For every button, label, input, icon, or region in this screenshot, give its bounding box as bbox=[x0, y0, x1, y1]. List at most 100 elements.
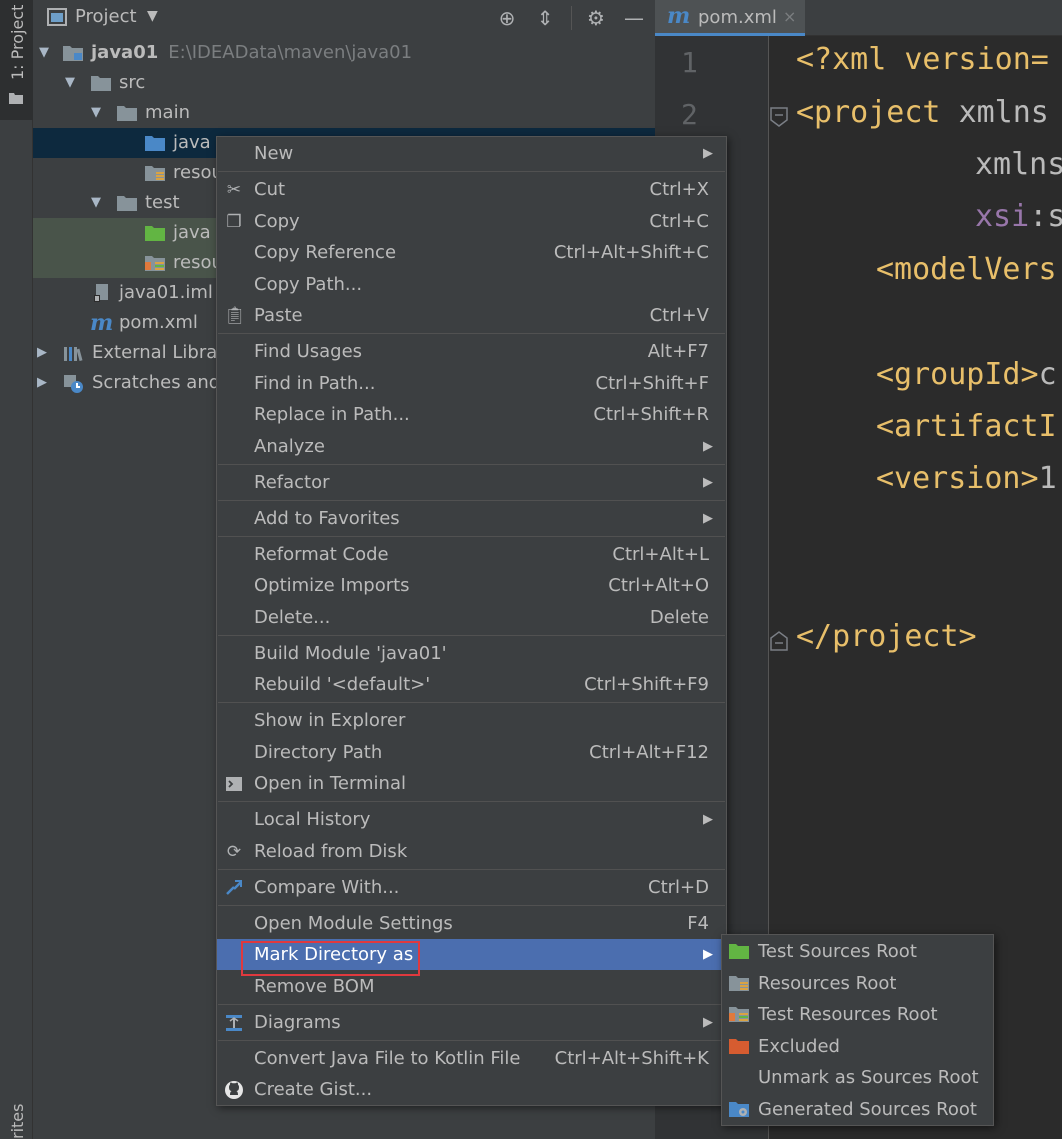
menu-separator bbox=[218, 1040, 725, 1041]
menu-item-find-in-path[interactable]: Find in Path... Ctrl+Shift+F bbox=[217, 368, 726, 399]
expand-arrow-icon[interactable]: ▼ bbox=[65, 68, 75, 98]
fold-marker-icon[interactable] bbox=[769, 630, 789, 652]
menu-item-open-in-terminal[interactable]: Open in Terminal bbox=[217, 768, 726, 799]
menu-item-label: Copy Path... bbox=[254, 274, 363, 295]
menu-item-label: Copy Reference bbox=[254, 242, 397, 263]
menu-item-copy[interactable]: ❐ Copy Ctrl+C bbox=[217, 206, 726, 237]
menu-item-rebuild[interactable]: Rebuild '<default>' Ctrl+Shift+F9 bbox=[217, 669, 726, 700]
submenu-item-test-resources-root[interactable]: Test Resources Root bbox=[722, 999, 993, 1030]
menu-item-shortcut: Ctrl+Alt+Shift+C bbox=[553, 242, 709, 263]
menu-item-label: Rebuild '<default>' bbox=[254, 674, 431, 695]
submenu-item-label: Unmark as Sources Root bbox=[758, 1067, 979, 1088]
tree-item-label: java bbox=[173, 132, 211, 153]
project-tool-tab[interactable]: 1: Project bbox=[0, 0, 33, 120]
menu-item-analyze[interactable]: Analyze ▶ bbox=[217, 431, 726, 462]
menu-item-show-in-explorer[interactable]: Show in Explorer bbox=[217, 705, 726, 736]
test-sources-folder-icon bbox=[729, 944, 749, 959]
diagram-icon bbox=[226, 1015, 242, 1031]
submenu-item-excluded[interactable]: Excluded bbox=[722, 1031, 993, 1062]
tree-item-label: test bbox=[145, 192, 180, 213]
menu-item-new[interactable]: New ▶ bbox=[217, 138, 726, 169]
menu-item-reformat-code[interactable]: Reformat Code Ctrl+Alt+L bbox=[217, 539, 726, 570]
gear-icon[interactable]: ⚙ bbox=[584, 6, 608, 30]
menu-separator bbox=[218, 905, 725, 906]
tree-item-java01[interactable]: ▼ java01 E:\IDEAData\maven\java01 bbox=[33, 38, 655, 68]
tree-item-label: Scratches and bbox=[92, 372, 221, 393]
menu-item-label: Diagrams bbox=[254, 1012, 341, 1033]
menu-item-cut[interactable]: ✂ Cut Ctrl+X bbox=[217, 174, 726, 205]
code-line: <?xml version= bbox=[796, 42, 1049, 77]
submenu-item-generated-sources-root[interactable]: Generated Sources Root bbox=[722, 1094, 993, 1125]
menu-item-label: Paste bbox=[254, 305, 303, 326]
collapse-arrow-icon[interactable]: ▶ bbox=[37, 338, 47, 368]
menu-item-optimize-imports[interactable]: Optimize Imports Ctrl+Alt+O bbox=[217, 570, 726, 601]
menu-item-create-gist[interactable]: Create Gist... bbox=[217, 1074, 726, 1105]
menu-item-label: Delete... bbox=[254, 607, 331, 628]
menu-item-compare-with[interactable]: Compare With... Ctrl+D bbox=[217, 872, 726, 903]
menu-item-label: Reload from Disk bbox=[254, 841, 408, 862]
menu-item-label: Optimize Imports bbox=[254, 575, 410, 596]
menu-item-copy-path[interactable]: Copy Path... bbox=[217, 269, 726, 300]
generated-sources-folder-icon bbox=[729, 1102, 749, 1117]
submenu-item-label: Generated Sources Root bbox=[758, 1099, 977, 1120]
submenu-item-unmark-sources-root[interactable]: Unmark as Sources Root bbox=[722, 1062, 993, 1093]
github-icon bbox=[225, 1081, 243, 1099]
left-tool-strip: 1: Project rites bbox=[0, 0, 33, 1139]
menu-item-local-history[interactable]: Local History ▶ bbox=[217, 804, 726, 835]
collapse-arrow-icon[interactable]: ▶ bbox=[37, 368, 47, 398]
expand-arrow-icon[interactable]: ▼ bbox=[91, 98, 101, 128]
menu-item-shortcut: Ctrl+Alt+L bbox=[612, 544, 709, 565]
menu-item-remove-bom[interactable]: Remove BOM bbox=[217, 971, 726, 1002]
menu-item-label: Open in Terminal bbox=[254, 773, 406, 794]
project-panel-header: Project ▼ ⊕ ⇕ ⚙ — bbox=[33, 0, 655, 36]
line-number: 1 bbox=[681, 46, 698, 79]
tab-label: pom.xml bbox=[698, 7, 777, 28]
menu-item-diagrams[interactable]: Diagrams ▶ bbox=[217, 1007, 726, 1038]
tree-item-main[interactable]: ▼ main bbox=[33, 98, 655, 128]
submenu-arrow-icon: ▶ bbox=[703, 812, 713, 827]
menu-item-label: Find Usages bbox=[254, 341, 363, 362]
menu-item-replace-in-path[interactable]: Replace in Path... Ctrl+Shift+R bbox=[217, 399, 726, 430]
menu-item-open-module-settings[interactable]: Open Module Settings F4 bbox=[217, 908, 726, 939]
menu-item-copy-reference[interactable]: Copy Reference Ctrl+Alt+Shift+C bbox=[217, 237, 726, 268]
menu-item-refactor[interactable]: Refactor ▶ bbox=[217, 467, 726, 498]
minimize-icon[interactable]: — bbox=[622, 6, 646, 30]
expand-arrow-icon[interactable]: ▼ bbox=[91, 188, 101, 218]
submenu-arrow-icon: ▶ bbox=[703, 1015, 713, 1030]
menu-item-delete[interactable]: Delete... Delete bbox=[217, 602, 726, 633]
favorites-tool-tab-label[interactable]: rites bbox=[8, 1104, 27, 1139]
project-window-icon bbox=[47, 8, 67, 26]
menu-item-directory-path[interactable]: Directory Path Ctrl+Alt+F12 bbox=[217, 737, 726, 768]
menu-item-reload-from-disk[interactable]: ⟳ Reload from Disk bbox=[217, 836, 726, 867]
submenu-item-test-sources-root[interactable]: Test Sources Root bbox=[722, 936, 993, 967]
menu-item-paste[interactable]: 📋︎ Paste Ctrl+V bbox=[217, 300, 726, 331]
editor-tab-bar: m pom.xml × bbox=[655, 0, 1062, 36]
code-line: <artifactI bbox=[876, 409, 1057, 444]
tab-pom-xml[interactable]: m pom.xml × bbox=[655, 0, 805, 36]
menu-item-shortcut: Delete bbox=[649, 607, 709, 628]
code-line: <groupId>c bbox=[876, 357, 1057, 392]
tree-item-src[interactable]: ▼ src bbox=[33, 68, 655, 98]
project-view-title[interactable]: Project bbox=[75, 6, 137, 27]
menu-item-label: Find in Path... bbox=[254, 373, 376, 394]
menu-item-convert-to-kotlin[interactable]: Convert Java File to Kotlin File Ctrl+Alt… bbox=[217, 1043, 726, 1074]
scissors-icon: ✂ bbox=[226, 180, 242, 200]
chevron-down-icon[interactable]: ▼ bbox=[147, 8, 158, 24]
menu-item-build-module[interactable]: Build Module 'java01' bbox=[217, 638, 726, 669]
tree-item-label: java bbox=[173, 222, 211, 243]
menu-separator bbox=[218, 869, 725, 870]
collapse-all-icon[interactable]: ⇕ bbox=[533, 6, 557, 30]
code-line: <project xmlns bbox=[796, 95, 1049, 130]
menu-item-label: Analyze bbox=[254, 436, 325, 457]
fold-marker-icon[interactable] bbox=[769, 106, 789, 128]
close-icon[interactable]: × bbox=[783, 7, 796, 26]
menu-item-find-usages[interactable]: Find Usages Alt+F7 bbox=[217, 336, 726, 367]
expand-arrow-icon[interactable]: ▼ bbox=[39, 38, 49, 68]
submenu-item-resources-root[interactable]: Resources Root bbox=[722, 968, 993, 999]
menu-item-mark-directory-as[interactable]: Mark Directory as ▶ bbox=[217, 939, 726, 976]
menu-item-add-to-favorites[interactable]: Add to Favorites ▶ bbox=[217, 503, 726, 534]
locate-icon[interactable]: ⊕ bbox=[495, 6, 519, 30]
code-line: xmlns bbox=[975, 147, 1062, 182]
context-menu: New ▶ ✂ Cut Ctrl+X ❐ Copy Ctrl+C Copy Referen… bbox=[216, 136, 727, 1106]
menu-item-shortcut: Ctrl+X bbox=[649, 179, 709, 200]
